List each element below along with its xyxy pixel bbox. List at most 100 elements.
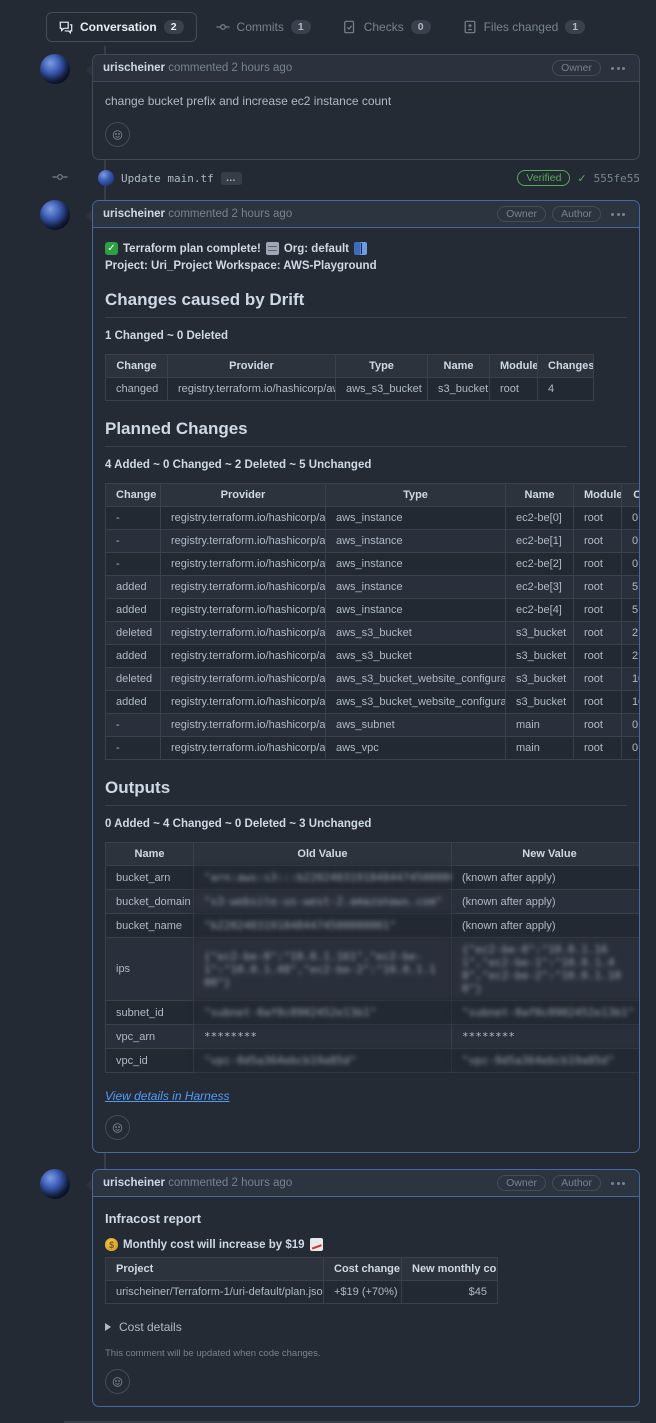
infracost-table: ProjectCost changeNew monthly costurisch… — [105, 1257, 627, 1304]
table-cell: root — [574, 714, 622, 737]
table-row: bucket_arn"arn:aws:s3:::b220240319184844… — [106, 866, 640, 890]
cost-details-toggle[interactable]: Cost details — [105, 1320, 627, 1334]
comment-author[interactable]: urischeiner — [103, 1177, 165, 1189]
table-cell: registry.terraform.io/hashicorp/aws — [161, 599, 326, 622]
commit-expand-button[interactable]: … — [221, 172, 242, 185]
table-cell: {"ec2-be-0":"10.0.1.161","ec2-be-1":"10.… — [452, 938, 640, 1001]
tab-commits[interactable]: Commits 1 — [203, 12, 324, 42]
commit-message[interactable]: Update main.tf — [121, 172, 214, 185]
table-cell: bucket_arn — [106, 866, 194, 890]
kebab-menu-button[interactable] — [607, 64, 629, 73]
table-row: bucket_domain"s3-website-us-west-2.amazo… — [106, 890, 640, 914]
comment-text: change bucket prefix and increase ec2 in… — [105, 94, 627, 108]
comment-body: Infracost report Monthly cost will incre… — [93, 1197, 639, 1406]
table-cell: added — [106, 691, 161, 714]
table-cell: s3_bucket — [428, 378, 490, 401]
table-cell: root — [490, 378, 538, 401]
table-cell: (known after apply) — [452, 914, 640, 938]
infracost-cost-line: Monthly cost will increase by $19 — [105, 1238, 627, 1251]
table-cell: root — [574, 507, 622, 530]
table-cell: 0 — [622, 737, 640, 760]
table-cell: registry.terraform.io/hashicorp/aws — [161, 737, 326, 760]
pr-tab-bar: Conversation 2 Commits 1 Checks 0 — [46, 12, 640, 42]
commit-sha[interactable]: 555fe55 — [594, 172, 640, 185]
column-header: Provider — [161, 484, 326, 507]
table-cell: root — [574, 691, 622, 714]
tab-conversation[interactable]: Conversation 2 — [46, 12, 197, 42]
status-text: Terraform plan complete! — [123, 243, 261, 255]
table-cell: aws_s3_bucket_website_configuration — [326, 691, 506, 714]
pr-conversation-page: Conversation 2 Commits 1 Checks 0 — [0, 0, 656, 1423]
table-cell: (known after apply) — [452, 866, 640, 890]
header-row: ProjectCost changeNew monthly cost — [106, 1258, 498, 1281]
tab-checks[interactable]: Checks 0 — [330, 12, 444, 42]
table-cell: deleted — [106, 622, 161, 645]
column-header: New monthly cost — [402, 1258, 498, 1281]
table-row: bucket_name"b22024031918484474500000001"… — [106, 914, 640, 938]
table-cell: aws_s3_bucket — [336, 378, 428, 401]
kebab-menu-button[interactable] — [607, 210, 629, 219]
outputs-section-title: Outputs — [105, 778, 627, 806]
add-reaction-button[interactable] — [105, 122, 130, 147]
column-header: Module — [490, 355, 538, 378]
table-cell: 0 — [622, 553, 640, 576]
view-details-link[interactable]: View details in Harness — [105, 1089, 230, 1103]
add-reaction-button[interactable] — [105, 1115, 130, 1140]
table-cell: ec2-be[4] — [506, 599, 574, 622]
table-cell: aws_subnet — [326, 714, 506, 737]
column-header: Change — [106, 355, 168, 378]
table-cell: registry.terraform.io/hashicorp/aws — [161, 553, 326, 576]
column-header: Name — [506, 484, 574, 507]
add-reaction-button[interactable] — [105, 1369, 130, 1394]
table-row: vpc_arn**************** — [106, 1025, 640, 1049]
commit-event: Update main.tf … Verified ✓ 555fe55 — [98, 170, 640, 186]
outputs-table: NameOld ValueNew Valuebucket_arn"arn:aws… — [105, 842, 639, 1073]
avatar[interactable] — [40, 1169, 70, 1199]
table-cell: root — [574, 599, 622, 622]
table-cell: $45 — [402, 1281, 498, 1304]
avatar[interactable] — [40, 54, 70, 84]
table-row: -registry.terraform.io/hashicorp/awsaws_… — [106, 507, 640, 530]
table-cell: - — [106, 530, 161, 553]
comment-discussion-icon — [59, 20, 73, 34]
verified-badge[interactable]: Verified — [517, 170, 570, 186]
table-row: addedregistry.terraform.io/hashicorp/aws… — [106, 691, 640, 714]
smiley-icon — [112, 1375, 123, 1389]
table-row: addedregistry.terraform.io/hashicorp/aws… — [106, 576, 640, 599]
table-cell: root — [574, 576, 622, 599]
table-cell: {"ec2-be-0":"10.0.1.161","ec2-be-1":"10.… — [194, 938, 452, 1001]
tab-files-changed[interactable]: Files changed 1 — [450, 12, 599, 42]
comment-author[interactable]: urischeiner — [103, 62, 165, 74]
tab-label: Conversation — [80, 20, 157, 34]
column-header: Provider — [168, 355, 336, 378]
table-row: ips{"ec2-be-0":"10.0.1.161","ec2-be-1":"… — [106, 938, 640, 1001]
table-cell: (known after apply) — [452, 890, 640, 914]
column-header: Name — [106, 843, 194, 866]
checklist-icon — [343, 20, 357, 34]
table-cell: bucket_name — [106, 914, 194, 938]
avatar[interactable] — [98, 170, 114, 186]
table-cell: s3_bucket — [506, 691, 574, 714]
table-row: subnet_id"subnet-0af0c0902452e13b1""subn… — [106, 1001, 640, 1025]
org-text: Org: default — [284, 243, 349, 255]
table-cell: added — [106, 645, 161, 668]
check-icon: ✓ — [577, 172, 586, 185]
table-cell: 2 — [622, 645, 640, 668]
table-cell: - — [106, 714, 161, 737]
header-row: ChangeProviderTypeNameModuleChanges — [106, 355, 594, 378]
column-header: Type — [336, 355, 428, 378]
project-text: Project: Uri_Project Workspace: AWS-Play… — [105, 260, 377, 272]
column-header: Name — [428, 355, 490, 378]
table-cell: 2 — [622, 622, 640, 645]
column-header: New Value — [452, 843, 640, 866]
table-cell: - — [106, 553, 161, 576]
drift-section-title: Changes caused by Drift — [105, 290, 627, 318]
avatar[interactable] — [40, 200, 70, 230]
comment-author[interactable]: urischeiner — [103, 208, 165, 220]
table-cell: 0 — [622, 507, 640, 530]
smiley-icon — [112, 1121, 123, 1135]
kebab-menu-button[interactable] — [607, 1179, 629, 1188]
table-row: deletedregistry.terraform.io/hashicorp/a… — [106, 622, 640, 645]
table-row: deletedregistry.terraform.io/hashicorp/a… — [106, 668, 640, 691]
table-cell: registry.terraform.io/hashicorp/aws — [161, 507, 326, 530]
